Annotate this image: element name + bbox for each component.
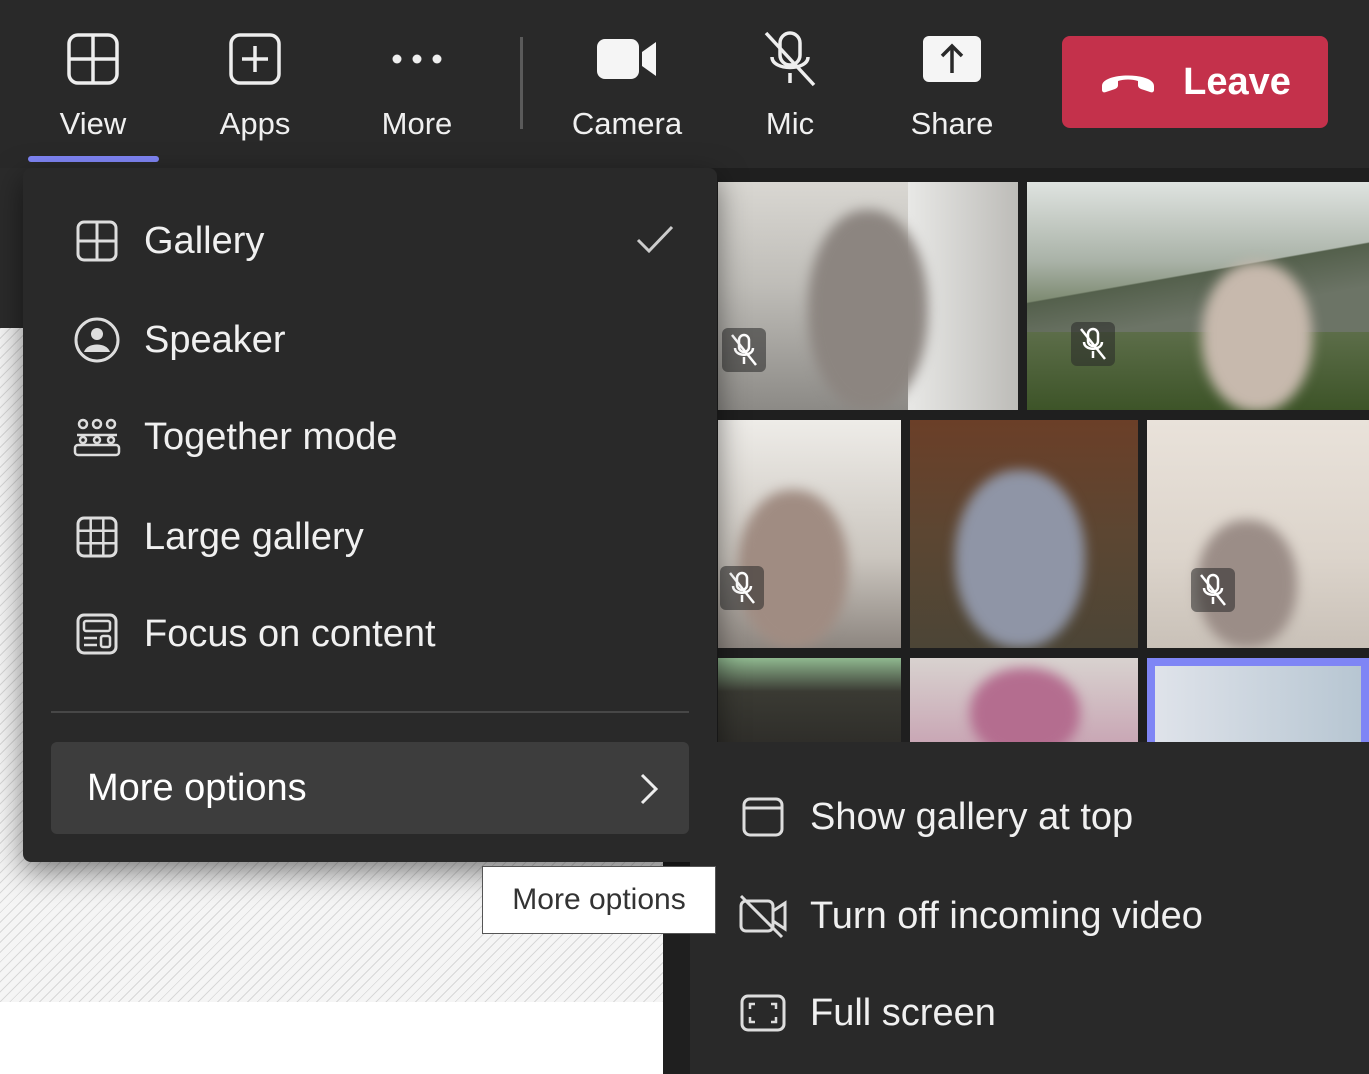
apps-button[interactable]: Apps <box>195 28 315 148</box>
mic-button[interactable]: Mic <box>730 28 850 148</box>
menu-item-show-gallery-at-top[interactable]: Show gallery at top <box>738 782 1338 852</box>
more-label: More <box>381 106 453 141</box>
view-menu: Gallery Speaker Together mode Large gall… <box>23 168 717 862</box>
add-app-icon <box>229 28 281 90</box>
menu-item-turn-off-incoming-video[interactable]: Turn off incoming video <box>738 881 1338 951</box>
muted-icon <box>1071 322 1115 366</box>
mic-off-icon <box>760 28 820 90</box>
participant-tile[interactable] <box>1027 182 1369 410</box>
share-icon <box>922 28 982 90</box>
more-options-tooltip: More options <box>482 866 716 934</box>
more-button[interactable]: More <box>357 28 477 148</box>
fullscreen-icon <box>738 988 788 1038</box>
view-active-indicator <box>28 156 159 162</box>
submenu-item-label: Turn off incoming video <box>810 894 1203 937</box>
large-gallery-icon <box>73 513 121 561</box>
mic-label: Mic <box>765 106 815 141</box>
participant-tile[interactable] <box>718 182 1018 410</box>
more-dots-icon <box>391 28 443 90</box>
menu-item-gallery[interactable]: Gallery <box>73 201 713 281</box>
camera-label: Camera <box>571 106 683 141</box>
together-mode-icon <box>73 413 121 461</box>
menu-item-label: Together mode <box>144 415 398 458</box>
share-label: Share <box>910 106 994 141</box>
leave-button[interactable]: Leave <box>1062 36 1328 128</box>
blurred-participant <box>808 210 928 410</box>
menu-item-label: Focus on content <box>144 612 436 655</box>
chevron-right-icon <box>639 772 659 806</box>
participant-tile[interactable] <box>718 420 901 648</box>
more-options-menu-item[interactable]: More options <box>51 742 689 834</box>
muted-icon <box>722 328 766 372</box>
participant-tile[interactable] <box>910 420 1138 648</box>
participant-tile[interactable] <box>910 658 1138 742</box>
view-button[interactable]: View <box>33 28 153 148</box>
leave-label: Leave <box>1183 60 1291 103</box>
grid-icon <box>67 28 119 90</box>
menu-item-label: Large gallery <box>144 515 364 558</box>
menu-item-focus-on-content[interactable]: Focus on content <box>73 594 713 674</box>
share-button[interactable]: Share <box>892 28 1012 148</box>
menu-item-label: Speaker <box>144 318 286 361</box>
menu-item-together-mode[interactable]: Together mode <box>73 397 713 477</box>
menu-item-large-gallery[interactable]: Large gallery <box>73 497 713 577</box>
menu-item-speaker[interactable]: Speaker <box>73 300 713 380</box>
shared-content-footer <box>0 1002 663 1074</box>
blurred-participant <box>970 668 1080 742</box>
submenu-item-label: Show gallery at top <box>810 795 1134 838</box>
blurred-participant <box>1202 262 1312 410</box>
muted-icon <box>720 566 764 610</box>
menu-item-full-screen[interactable]: Full screen <box>738 978 1338 1048</box>
participant-tile[interactable] <box>718 658 901 742</box>
self-video-tile[interactable] <box>1147 658 1369 742</box>
menu-separator <box>51 711 689 713</box>
apps-label: Apps <box>219 106 291 141</box>
blurred-participant <box>955 470 1085 648</box>
gallery-icon <box>73 217 121 265</box>
window-icon <box>738 792 788 842</box>
focus-content-icon <box>73 610 121 658</box>
meeting-toolbar: View Apps More Camera Mic Share Leave <box>0 0 1369 168</box>
more-options-submenu: Show gallery at top Turn off incoming vi… <box>690 742 1369 1074</box>
video-off-icon <box>738 891 788 941</box>
participant-tile[interactable] <box>1147 420 1369 648</box>
toolbar-divider <box>520 37 523 129</box>
submenu-item-label: Full screen <box>810 991 996 1034</box>
menu-item-label: Gallery <box>144 219 265 262</box>
speaker-icon <box>73 316 121 364</box>
checkmark-icon <box>635 223 675 255</box>
hang-up-icon <box>1099 70 1157 94</box>
view-label: View <box>59 106 127 141</box>
self-video-preview <box>1155 666 1361 742</box>
mountain-background <box>1027 242 1369 332</box>
muted-icon <box>1191 568 1235 612</box>
more-options-label: More options <box>87 766 307 809</box>
camera-button[interactable]: Camera <box>567 28 687 148</box>
camera-icon <box>596 28 658 90</box>
